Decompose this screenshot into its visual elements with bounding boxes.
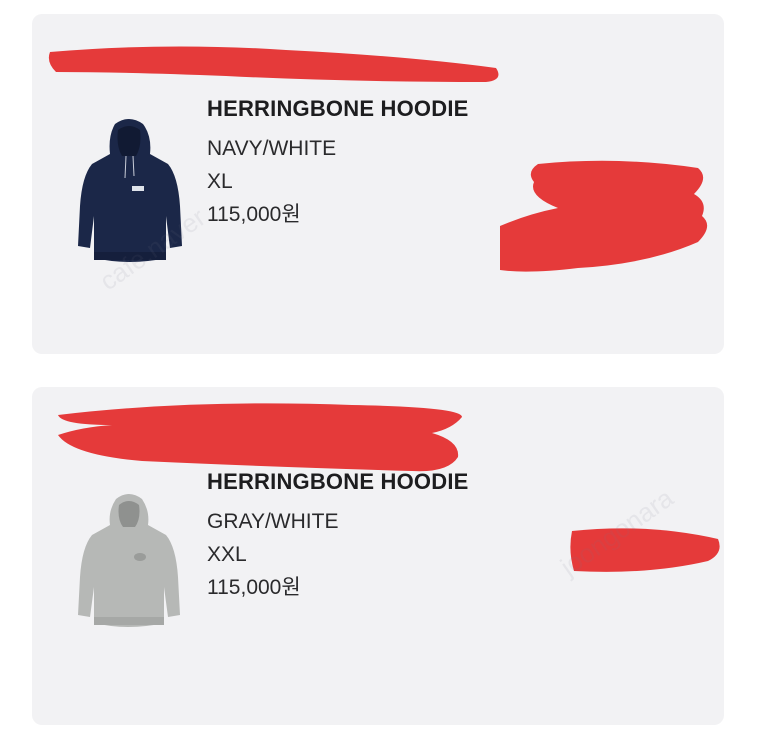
product-name: HERRINGBONE HOODIE (207, 96, 469, 121)
redaction-mark (570, 528, 720, 572)
order-card-2[interactable]: HERRINGBONE HOODIE GRAY/WHITE XXL 115,00… (32, 387, 724, 725)
redaction-mark (500, 160, 708, 272)
redaction-mark (48, 46, 499, 82)
product-size: XXL (207, 543, 247, 566)
product-name: HERRINGBONE HOODIE (207, 469, 469, 494)
product-color: NAVY/WHITE (207, 137, 337, 160)
product-info: HERRINGBONE HOODIE GRAY/WHITE XXL 115,00… (207, 469, 469, 604)
product-price: 115,000원 (207, 576, 301, 599)
product-info: HERRINGBONE HOODIE NAVY/WHITE XL 115,000… (207, 96, 469, 231)
product-color: GRAY/WHITE (207, 510, 339, 533)
product-size: XL (207, 170, 233, 193)
watermark: joongonara (554, 482, 679, 582)
redaction-mark (58, 403, 462, 472)
gray-hoodie-image (78, 494, 180, 627)
order-card-1[interactable]: HERRINGBONE HOODIE NAVY/WHITE XL 115,000… (32, 14, 724, 354)
navy-hoodie-image (78, 119, 182, 262)
product-price: 115,000원 (207, 203, 301, 226)
